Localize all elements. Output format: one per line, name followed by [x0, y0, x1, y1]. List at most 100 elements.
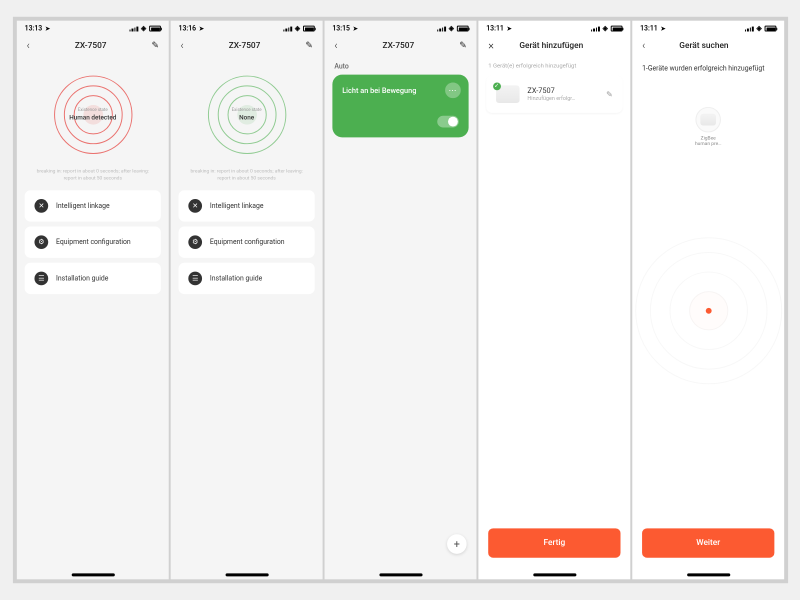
signal-icon: [283, 26, 292, 31]
menu-list: ✕ Intelligent linkage ⚙ Equipment config…: [16, 190, 168, 294]
menu-label: Equipment configuration: [56, 238, 131, 246]
guide-icon: ☰: [34, 272, 48, 286]
edit-button[interactable]: ✎: [151, 41, 158, 51]
menu-label: Installation guide: [56, 275, 108, 283]
page-title: ZX-7507: [337, 41, 459, 51]
location-icon: ➤: [199, 25, 204, 32]
status-time: 13:11: [486, 25, 504, 33]
battery-icon: [302, 26, 314, 32]
status-bar: 13:13➤ ◈: [16, 21, 168, 35]
menu-equipment-config[interactable]: ⚙ Equipment configuration: [178, 227, 314, 258]
menu-label: Intelligent linkage: [56, 202, 110, 210]
wifi-icon: ◈: [140, 25, 145, 33]
battery-icon: [149, 26, 161, 32]
added-device-row[interactable]: ZX-7507 Hinzufügen erfolgr… ✎: [486, 76, 622, 113]
presence-indicator: Existence state None: [170, 57, 322, 159]
state-label: Existence state: [69, 108, 116, 113]
device-type: human pre…: [694, 141, 721, 147]
status-icons: ◈: [590, 25, 622, 33]
page-title: Gerät suchen: [645, 41, 762, 51]
signal-icon: [436, 26, 445, 31]
edit-button[interactable]: ✎: [305, 41, 312, 51]
menu-intelligent-linkage[interactable]: ✕ Intelligent linkage: [178, 190, 314, 221]
status-time: 13:13: [24, 25, 42, 33]
status-bar: 13:11➤ ◈: [478, 21, 630, 35]
screen-device-state-detected: 13:13➤ ◈ ‹ ZX-7507 ✎ Existence state Hum…: [16, 21, 168, 580]
device-thumbnail: [496, 85, 520, 103]
menu-label: Installation guide: [209, 275, 261, 283]
add-automation-button[interactable]: +: [447, 534, 467, 554]
signal-icon: [590, 26, 599, 31]
status-bar: 13:11➤ ◈: [632, 21, 784, 35]
state-value: None: [239, 114, 254, 122]
location-icon: ➤: [45, 25, 50, 32]
menu-label: Intelligent linkage: [209, 202, 263, 210]
screen-add-device: 13:11➤ ◈ × Gerät hinzufügen 1 Gerät(e) e…: [478, 21, 630, 580]
automation-name: Licht an bei Bewegung: [342, 86, 459, 95]
automation-toggle[interactable]: [437, 116, 459, 128]
linkage-icon: ✕: [188, 199, 202, 213]
wifi-icon: ◈: [448, 25, 453, 33]
wifi-icon: ◈: [294, 25, 299, 33]
page-title: ZX-7507: [183, 41, 305, 51]
edit-button[interactable]: ✎: [459, 41, 466, 51]
menu-label: Equipment configuration: [209, 238, 284, 246]
location-icon: ➤: [352, 25, 357, 32]
page-title: Gerät hinzufügen: [493, 41, 608, 51]
radar-rings: Existence state Human detected: [48, 71, 136, 159]
timing-hint: breaking in: report in about 0 seconds; …: [170, 159, 322, 190]
header: ‹ Gerät suchen: [632, 34, 784, 57]
presence-indicator: Existence state Human detected: [16, 57, 168, 159]
close-button[interactable]: ×: [488, 40, 494, 51]
home-indicator[interactable]: [686, 573, 729, 576]
done-button[interactable]: Fertig: [488, 528, 620, 557]
home-indicator[interactable]: [71, 573, 114, 576]
menu-installation-guide[interactable]: ☰ Installation guide: [178, 263, 314, 294]
status-icons: ◈: [744, 25, 776, 33]
status-time: 13:16: [178, 25, 196, 33]
menu-intelligent-linkage[interactable]: ✕ Intelligent linkage: [24, 190, 160, 221]
rename-button[interactable]: ✎: [606, 90, 613, 99]
search-headline: 1-Geräte wurden erfolgreich hinzugefügt: [632, 57, 784, 81]
search-radar: [634, 238, 781, 385]
home-indicator[interactable]: [225, 573, 268, 576]
wifi-icon: ◈: [756, 25, 761, 33]
battery-icon: [456, 26, 468, 32]
screen-automation: 13:15➤ ◈ ‹ ZX-7507 ✎ Auto Licht an bei B…: [324, 21, 476, 580]
gear-icon: ⚙: [188, 235, 202, 249]
status-icons: ◈: [129, 25, 161, 33]
device-thumbnail: [700, 114, 716, 126]
page-title: ZX-7507: [29, 41, 151, 51]
home-indicator[interactable]: [532, 573, 575, 576]
location-icon: ➤: [660, 25, 665, 32]
header: ‹ ZX-7507 ✎: [170, 34, 322, 57]
menu-list: ✕ Intelligent linkage ⚙ Equipment config…: [170, 190, 322, 294]
screen-search-device: 13:11➤ ◈ ‹ Gerät suchen 1-Geräte wurden …: [632, 21, 784, 580]
header: ‹ ZX-7507 ✎: [324, 34, 476, 57]
more-button[interactable]: ⋯: [445, 82, 461, 98]
status-bar: 13:16➤ ◈: [170, 21, 322, 35]
found-device[interactable]: ZigBee human pre…: [694, 107, 721, 147]
battery-icon: [610, 26, 622, 32]
header: × Gerät hinzufügen: [478, 34, 630, 57]
status-bar: 13:15➤ ◈: [324, 21, 476, 35]
device-chip: [695, 107, 720, 132]
device-status: Hinzufügen erfolgr…: [527, 96, 598, 102]
gear-icon: ⚙: [34, 235, 48, 249]
menu-installation-guide[interactable]: ☰ Installation guide: [24, 263, 160, 294]
success-hint: 1 Gerät(e) erfolgreich hinzugefügt: [478, 57, 630, 76]
radar-center-icon: [705, 308, 711, 314]
home-indicator[interactable]: [378, 573, 421, 576]
section-auto: Auto: [324, 57, 476, 75]
wifi-icon: ◈: [602, 25, 607, 33]
status-icons: ◈: [436, 25, 468, 33]
menu-equipment-config[interactable]: ⚙ Equipment configuration: [24, 227, 160, 258]
state-value: Human detected: [69, 114, 116, 122]
next-button[interactable]: Weiter: [642, 528, 774, 557]
signal-icon: [744, 26, 753, 31]
status-time: 13:11: [640, 25, 658, 33]
status-time: 13:15: [332, 25, 350, 33]
header: ‹ ZX-7507 ✎: [16, 34, 168, 57]
linkage-icon: ✕: [34, 199, 48, 213]
automation-card[interactable]: Licht an bei Bewegung ⋯: [332, 75, 468, 138]
